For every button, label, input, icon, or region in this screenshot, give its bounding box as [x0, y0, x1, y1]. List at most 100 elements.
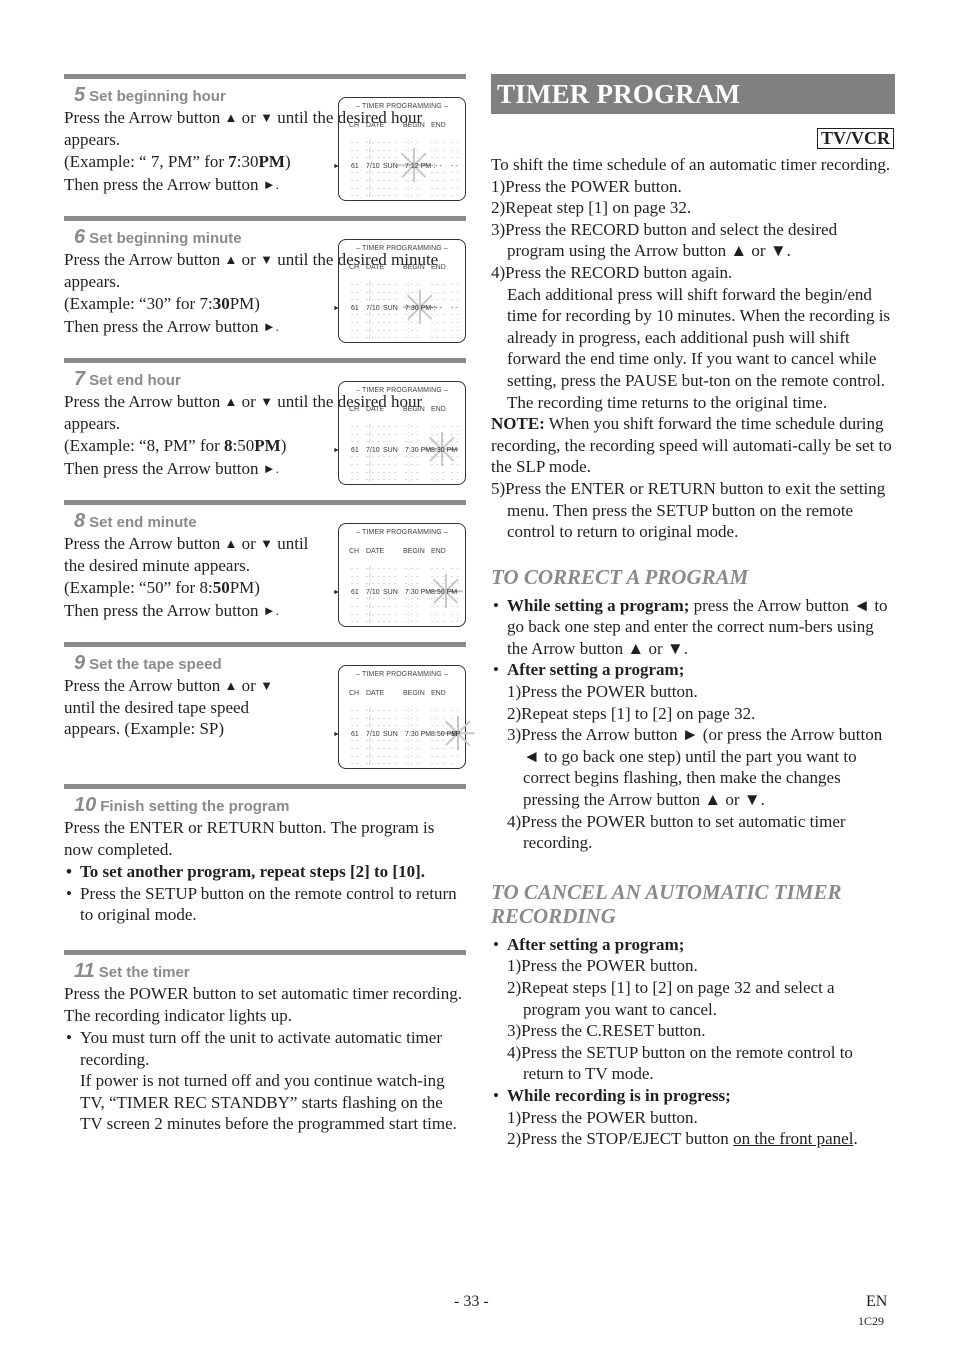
- step-number: 7: [74, 368, 86, 390]
- screen-cell-speed: - -: [451, 588, 458, 596]
- screen-header-date: DATE: [366, 264, 385, 271]
- correct-program-heading: TO CORRECT A PROGRAM: [491, 564, 749, 589]
- screen-cell-begin: -:- -: [405, 604, 420, 610]
- cancel-step: 4)Press the SETUP button on the remote c…: [507, 1042, 853, 1084]
- screen-cell-ch: - -: [351, 193, 360, 200]
- screen-cell-begin: -:- -: [405, 746, 420, 752]
- screen-cell-ch: - -: [351, 723, 360, 730]
- screen-cell-ch: - -: [351, 477, 360, 484]
- screen-cell-speed: - -: [451, 708, 460, 714]
- screen-cell-day: - - -: [383, 738, 398, 745]
- row-pointer-icon: ►: [333, 446, 340, 454]
- step-title: Set the tape speed: [89, 656, 222, 673]
- extension-step: 3)Press the RECORD button and select the…: [491, 219, 838, 261]
- screen-cell-speed: - -: [451, 289, 460, 296]
- screen-cell-begin: -:- -: [405, 477, 420, 484]
- extension-step: 5)Press the ENTER or RETURN button to ex…: [491, 478, 886, 542]
- screen-cell-speed: - -: [451, 320, 460, 326]
- step-10-bullets: To set another program, repeat steps [2]…: [64, 861, 466, 926]
- cancel-step: 3)Press the C.RESET button.: [507, 1021, 706, 1041]
- screen-cell-day: - - -: [383, 185, 398, 192]
- screen-cell-ch: - -: [351, 147, 360, 154]
- screen-cell-speed: - -: [451, 170, 460, 177]
- screen-header-date: DATE: [366, 406, 385, 413]
- screen-cell-speed: - -: [451, 619, 460, 626]
- screen-cell-date: -/- -: [366, 193, 381, 200]
- extension-instructions: To shift the time schedule of an automat…: [491, 154, 895, 543]
- screen-cell-speed: - -: [451, 446, 458, 454]
- screen-cell-ch: - -: [351, 185, 360, 192]
- screen-cell-ch: - -: [351, 738, 360, 745]
- screen-cell-day: - - -: [383, 715, 398, 722]
- screen-header-date: DATE: [366, 548, 385, 555]
- screen-cell-ch: - -: [351, 619, 360, 626]
- up-arrow-icon: ▲: [224, 536, 238, 551]
- screen-cell-begin: -:- -: [405, 147, 420, 154]
- step-number: 6: [74, 226, 86, 248]
- row-pointer-icon: ►: [333, 588, 340, 596]
- screen-header-ch: CH: [349, 690, 360, 697]
- screen-cell-ch: 61: [351, 162, 359, 170]
- screen-cell-end: -:- -: [431, 155, 446, 162]
- screen-cell-ch: 61: [351, 588, 359, 596]
- example: (Example: “50” for 8:50PM): [64, 578, 260, 597]
- screen-cell-begin: -:- -: [405, 185, 420, 192]
- screen-cell-end: -:- -: [431, 193, 446, 200]
- screen-cell-speed: - -: [451, 297, 460, 304]
- screen-cell-day: - - -: [383, 723, 398, 730]
- up-arrow-icon: ▲: [224, 252, 238, 267]
- screen-header-ch: CH: [349, 122, 360, 129]
- screen-cell-day: - - -: [383, 140, 398, 146]
- screen-cell-ch: - -: [351, 462, 360, 468]
- screen-cell-end: -:- -: [431, 753, 446, 760]
- section-title: TIMER PROGRAM EXTENSION: [491, 74, 895, 149]
- screen-cell-ch: - -: [351, 611, 360, 618]
- screen-cell-date: -/- -: [366, 611, 381, 618]
- extension-step: 4)Press the RECORD button again.: [491, 262, 733, 282]
- screen-cell-begin: 7:12 PM: [405, 162, 432, 170]
- screen-title: – TIMER PROGRAMMING –: [356, 671, 448, 678]
- screen-cell-ch: - -: [351, 320, 360, 326]
- screen-cell-end: -:- -: [431, 147, 446, 154]
- screen-cell-day: - - -: [383, 282, 398, 288]
- screen-cell-ch: - -: [351, 604, 360, 610]
- screen-cell-begin: -:- -: [405, 738, 420, 745]
- screen-cell-end: -:- -: [431, 619, 446, 626]
- screen-cell-end: -:- -: [431, 581, 446, 588]
- cancel-recording-heading: TO CANCEL AN AUTOMATIC TIMER RECORDING: [491, 879, 842, 928]
- screen-cell-day: SUN: [383, 730, 398, 738]
- extension-step: 2)Repeat step [1] on page 32.: [491, 198, 692, 218]
- screen-cell-date: -/- -: [366, 573, 381, 580]
- screen-cell-end: -:- -: [431, 708, 446, 714]
- intro-text: To shift the time schedule of an automat…: [491, 155, 891, 174]
- step-number: 10: [74, 794, 97, 816]
- screen-empty-row: - - -/- -- - - -:- - -:- - - -: [339, 761, 465, 769]
- then-instruction: Then press the Arrow button ►.: [64, 600, 279, 620]
- screen-cell-speed: - -: [451, 193, 460, 200]
- screen-cell-speed: - -: [451, 566, 460, 572]
- screen-cell-end: -:- -: [431, 424, 446, 430]
- down-arrow-icon: ▼: [260, 252, 273, 267]
- screen-cell-speed: - -: [451, 604, 460, 610]
- screen-cell-begin: -:- -: [405, 715, 420, 722]
- screen-cell-date: 7/10: [366, 304, 380, 312]
- screen-cell-day: - - -: [383, 746, 398, 752]
- screen-cell-day: - - -: [383, 439, 398, 446]
- screen-cell-end: -:- -: [431, 140, 446, 146]
- screen-cell-speed: - -: [451, 581, 460, 588]
- screen-cell-ch: - -: [351, 454, 360, 461]
- screen-cell-ch: - -: [351, 439, 360, 446]
- screen-cell-ch: - -: [351, 155, 360, 162]
- screen-cell-end: -:- -: [431, 335, 446, 342]
- step-number: 8: [74, 510, 86, 532]
- screen-cell-ch: - -: [351, 715, 360, 722]
- down-arrow-icon: ▼: [260, 110, 273, 125]
- instruction: Press the Arrow button ▲ or ▼ until the …: [64, 534, 309, 575]
- screen-cell-speed: - -: [451, 469, 460, 476]
- screen-cell-speed: - -: [451, 178, 460, 184]
- screen-cell-end: -:- -: [431, 431, 446, 438]
- screen-cell-day: - - -: [383, 170, 398, 177]
- screen-cell-speed: - -: [451, 282, 460, 288]
- front-panel-reference: on the front panel: [733, 1129, 854, 1149]
- screen-cell-ch: - -: [351, 596, 360, 603]
